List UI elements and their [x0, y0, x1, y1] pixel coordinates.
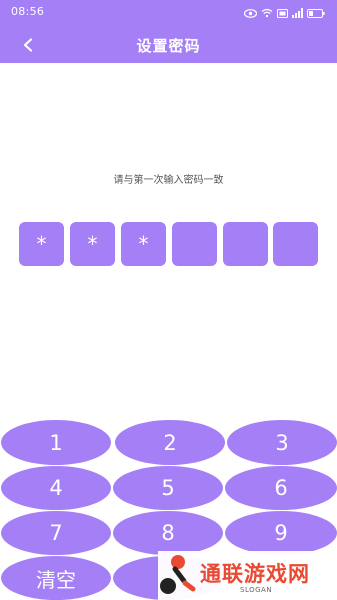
pin-box-2: *	[70, 222, 115, 266]
signal-icon	[292, 8, 303, 18]
app-bar: 设置密码	[0, 27, 337, 63]
key-7[interactable]: 7	[1, 511, 111, 555]
key-8[interactable]: 8	[113, 511, 223, 555]
pin-box-5	[223, 222, 268, 266]
status-bar: 08:56	[0, 0, 337, 27]
pin-box-3: *	[121, 222, 166, 266]
pin-input-row[interactable]: * * *	[19, 222, 319, 266]
pin-box-1: *	[19, 222, 64, 266]
key-9[interactable]: 9	[225, 511, 337, 555]
pin-box-4	[172, 222, 217, 266]
watermark: 通联游戏网 SLOGAN	[158, 551, 337, 600]
key-2[interactable]: 2	[115, 420, 225, 465]
status-time: 08:56	[11, 5, 45, 18]
watermark-logo	[160, 555, 196, 594]
key-5[interactable]: 5	[113, 466, 223, 510]
wifi-icon	[261, 8, 273, 18]
confirm-password-prompt: 请与第一次输入密码一致	[113, 175, 224, 186]
watermark-text: 通联游戏网	[200, 562, 310, 586]
key-4[interactable]: 4	[1, 466, 111, 510]
pin-box-6	[273, 222, 318, 266]
hd-icon	[277, 8, 288, 18]
status-icons	[244, 6, 325, 20]
key-1[interactable]: 1	[1, 420, 111, 465]
key-6[interactable]: 6	[225, 466, 337, 510]
clear-button[interactable]: 清空	[1, 556, 111, 600]
key-3[interactable]: 3	[227, 420, 337, 465]
battery-icon	[307, 8, 325, 18]
eye-icon	[244, 8, 257, 18]
page-title: 设置密码	[136, 37, 201, 55]
watermark-slogan: SLOGAN	[240, 586, 273, 594]
